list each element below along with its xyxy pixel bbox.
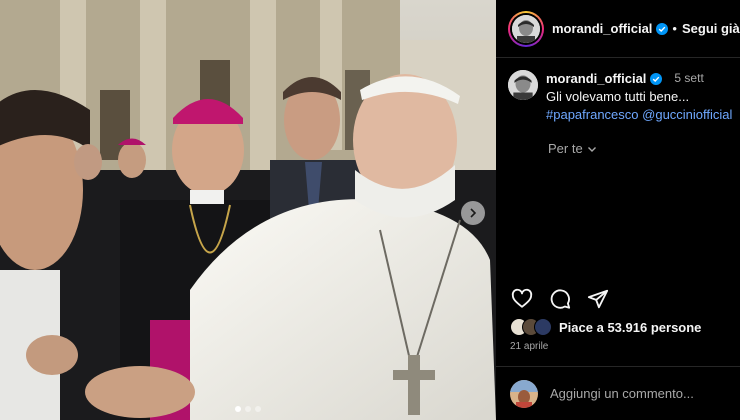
post-actions [510,287,610,311]
caption-username[interactable]: morandi_official [546,70,646,87]
hashtag-link[interactable]: #papafrancesco [546,107,639,122]
likes-label: Piace a [559,319,604,335]
carousel-dots [0,406,496,412]
heart-icon [511,288,533,308]
avatar-image [510,379,538,408]
likes-summary[interactable]: Piace a 53.916 persone [510,318,701,336]
post-date[interactable]: 21 aprile [510,341,548,352]
like-button[interactable] [510,287,534,311]
avatar [512,14,540,43]
post-photo[interactable] [0,0,496,420]
verified-badge-icon [650,72,663,85]
post-caption: morandi_official 5 sett Gli volevamo tut… [496,58,740,186]
carousel-dot[interactable] [255,406,261,412]
share-icon [587,289,609,309]
carousel-next-button[interactable] [461,201,485,225]
share-button[interactable] [586,287,610,311]
likes-count: 53.916 [607,319,648,335]
following-button[interactable]: Segui già [682,21,740,36]
for-you-label: Per te [548,141,583,156]
comment-bar [496,366,740,420]
current-user-avatar [510,379,538,408]
comment-button[interactable] [548,287,572,311]
avatar[interactable] [508,70,538,100]
header-separator: • [672,21,677,36]
caption-text: Gli volevamo tutti bene... [546,89,690,104]
post-side-panel: morandi_official • Segui già morandi_off… [496,0,740,420]
liker-avatar [534,318,552,336]
instagram-post-view: morandi_official • Segui già morandi_off… [0,0,740,420]
avatar-image [512,14,540,43]
caption-timestamp[interactable]: 5 sett [674,70,703,87]
for-you-toggle[interactable]: Per te [548,141,597,156]
carousel-dot[interactable] [245,406,251,412]
comment-input[interactable] [550,386,730,401]
chevron-right-icon [470,208,477,218]
story-ring[interactable] [508,10,544,47]
post-image [0,0,496,420]
comment-icon [550,289,571,309]
post-header: morandi_official • Segui già [496,0,740,58]
header-username[interactable]: morandi_official [552,21,652,36]
chevron-down-icon [587,146,596,152]
avatar-image [508,70,538,100]
likes-suffix: persone [650,319,702,335]
verified-badge-icon [656,22,669,35]
liker-avatars [510,318,552,336]
mention-link[interactable]: @gucciniofficial [642,107,732,122]
carousel-dot[interactable] [235,406,241,412]
